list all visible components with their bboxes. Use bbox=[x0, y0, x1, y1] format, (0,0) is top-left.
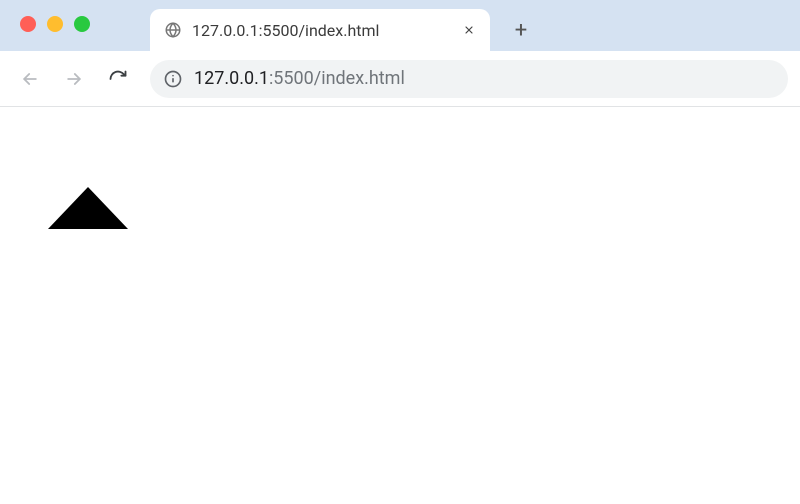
tabstrip: 127.0.0.1:5500/index.html + bbox=[150, 0, 538, 51]
window-maximize-button[interactable] bbox=[74, 16, 90, 32]
url-host: 127.0.0.1 bbox=[194, 68, 269, 89]
reload-button[interactable] bbox=[100, 61, 136, 97]
url-text: 127.0.0.1:5500/index.html bbox=[194, 68, 405, 89]
address-bar[interactable]: 127.0.0.1:5500/index.html bbox=[150, 60, 788, 98]
browser-toolbar: 127.0.0.1:5500/index.html bbox=[0, 51, 800, 107]
tab-close-button[interactable] bbox=[462, 23, 476, 37]
browser-tabstrip-area: 127.0.0.1:5500/index.html + bbox=[0, 0, 800, 51]
window-close-button[interactable] bbox=[20, 16, 36, 32]
new-tab-button[interactable]: + bbox=[504, 13, 538, 47]
page-viewport bbox=[0, 107, 800, 504]
browser-tab[interactable]: 127.0.0.1:5500/index.html bbox=[150, 9, 490, 51]
window-minimize-button[interactable] bbox=[47, 16, 63, 32]
site-info-icon[interactable] bbox=[162, 68, 184, 90]
forward-button[interactable] bbox=[56, 61, 92, 97]
triangle-up-icon bbox=[48, 187, 128, 229]
window-controls bbox=[20, 16, 90, 32]
back-button[interactable] bbox=[12, 61, 48, 97]
url-path: :5500/index.html bbox=[269, 68, 405, 89]
tab-title: 127.0.0.1:5500/index.html bbox=[192, 21, 452, 40]
globe-icon bbox=[164, 21, 182, 39]
